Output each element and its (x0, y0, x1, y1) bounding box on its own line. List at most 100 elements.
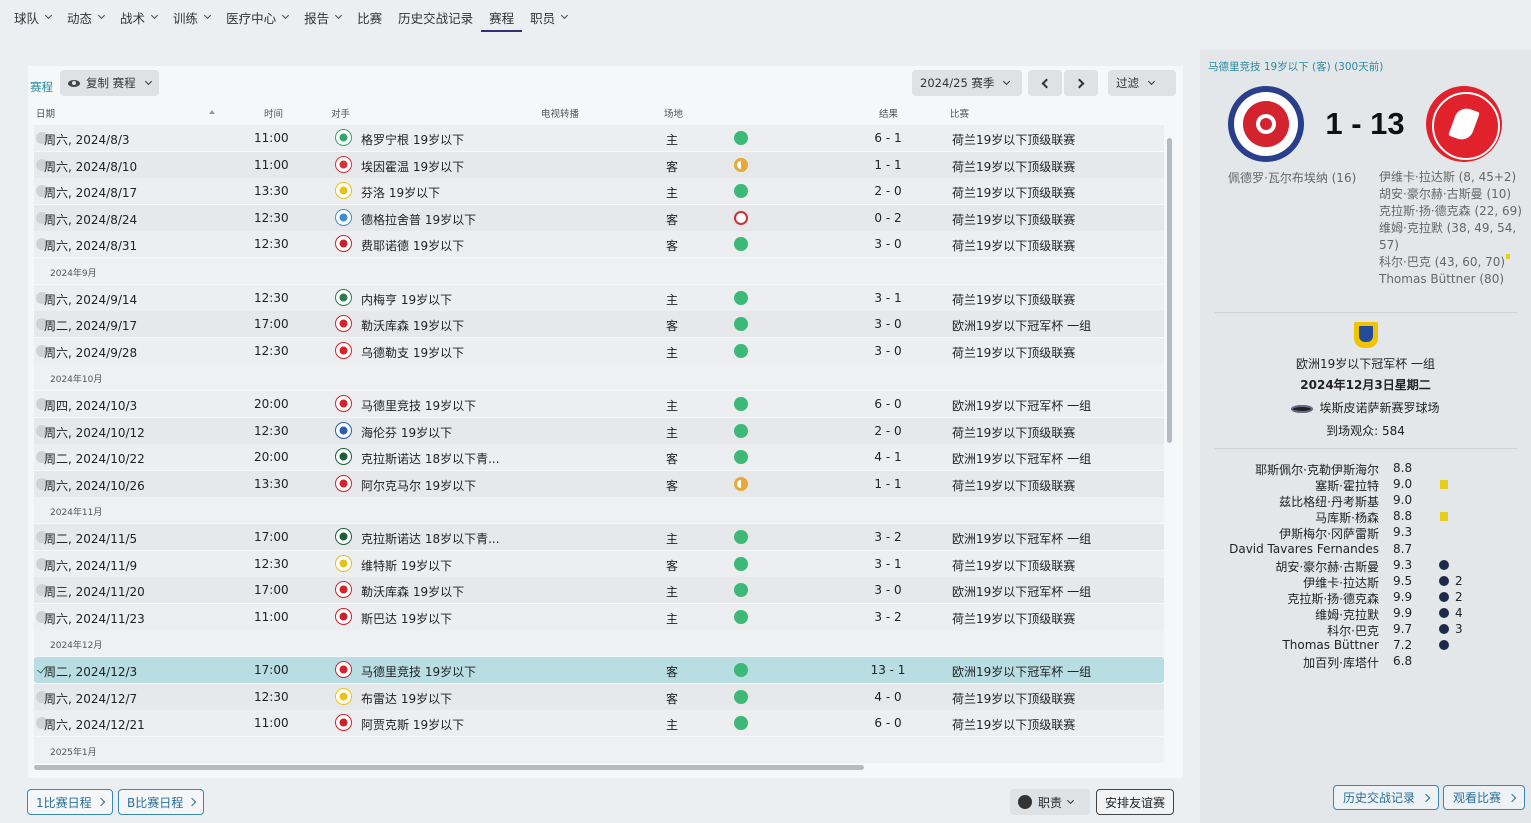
player-rating-row[interactable]: 科尔·巴克 9.7 3 (1200, 622, 1531, 638)
filter-button[interactable]: 过滤 (1108, 70, 1176, 96)
fixture-row[interactable]: 周二, 2024/10/22 20:00 克拉斯诺达 18岁以下青... 客 4 - 1… (34, 444, 1164, 470)
player-rating-row[interactable]: 克拉斯·扬·德克森 9.9 2 (1200, 590, 1531, 606)
fixture-opponent[interactable]: 费耶诺德 19岁以下 (361, 237, 464, 254)
nav-item-6[interactable]: 比赛 (357, 0, 382, 34)
fixture-opponent[interactable]: 乌德勒支 19岁以下 (361, 344, 464, 361)
fixture-opponent[interactable]: 克拉斯诺达 18岁以下青... (361, 530, 500, 547)
fixture-row[interactable]: 周六, 2024/9/28 12:30 乌德勒支 19岁以下 主 3 - 0 荷兰19岁以… (34, 338, 1164, 364)
fixture-row[interactable]: 周六, 2024/12/7 12:30 布雷达 19岁以下 客 4 - 0 荷兰19岁以下… (34, 684, 1164, 710)
nav-item-7[interactable]: 历史交战记录 (398, 0, 473, 34)
fixture-competition[interactable]: 荷兰19岁以下顶级联赛 (952, 291, 1075, 308)
fixture-competition[interactable]: 荷兰19岁以下顶级联赛 (952, 610, 1075, 627)
fixture-competition[interactable]: 欧洲19岁以下冠军杯 一组 (952, 583, 1091, 600)
fixture-score[interactable]: 3 - 2 (860, 530, 916, 544)
nav-item-4[interactable]: 医疗中心 (226, 0, 290, 34)
fixture-competition[interactable]: 荷兰19岁以下顶级联赛 (952, 344, 1075, 361)
fixture-competition[interactable]: 欧洲19岁以下冠军杯 一组 (952, 450, 1091, 467)
fixture-opponent[interactable]: 海伦芬 19岁以下 (361, 424, 452, 441)
away-team-crest[interactable] (1426, 86, 1502, 162)
match-header[interactable]: 马德里竞技 19岁以下 (客) (300天前) (1208, 59, 1383, 74)
fixture-opponent[interactable]: 阿尔克马尔 19岁以下 (361, 477, 476, 494)
fixture-score[interactable]: 2 - 0 (860, 184, 916, 198)
fixture-row[interactable]: 周六, 2024/8/10 11:00 埃因霍温 19岁以下 客 1 - 1 荷兰19岁以… (34, 152, 1164, 178)
staff-duties-button[interactable]: 职责 (1010, 789, 1090, 815)
fixture-competition[interactable]: 荷兰19岁以下顶级联赛 (952, 237, 1075, 254)
fixture-opponent[interactable]: 芬洛 19岁以下 (361, 184, 440, 201)
col-result[interactable]: 结果 (879, 106, 898, 120)
arrange-friendly-button[interactable]: 安排友谊赛 (1096, 789, 1175, 815)
fixture-competition[interactable]: 荷兰19岁以下顶级联赛 (952, 211, 1075, 228)
fixture-score[interactable]: 2 - 0 (860, 424, 916, 438)
fixture-opponent[interactable]: 马德里竞技 19岁以下 (361, 663, 476, 680)
nav-item-5[interactable]: 报告 (304, 0, 343, 34)
fixture-score[interactable]: 3 - 1 (860, 557, 916, 571)
col-tv[interactable]: 电视转播 (541, 106, 579, 120)
fixture-row[interactable]: 周六, 2024/9/14 12:30 内梅亨 19岁以下 主 3 - 1 荷兰19岁以下… (34, 285, 1164, 311)
fixture-row[interactable]: 周二, 2024/11/5 17:00 克拉斯诺达 18岁以下青... 主 3 - 2 欧… (34, 524, 1164, 550)
fixture-score[interactable]: 3 - 0 (860, 583, 916, 597)
fixture-row[interactable]: 周六, 2024/10/26 13:30 阿尔克马尔 19岁以下 客 1 - 1 荷兰19… (34, 471, 1164, 497)
fixture-opponent[interactable]: 斯巴达 19岁以下 (361, 610, 452, 627)
fixture-competition[interactable]: 欧洲19岁以下冠军杯 一组 (952, 397, 1091, 414)
fixture-opponent[interactable]: 德格拉舍普 19岁以下 (361, 211, 476, 228)
fixture-row[interactable]: 周三, 2024/11/20 17:00 勒沃库森 19岁以下 主 3 - 0 欧洲19岁… (34, 577, 1164, 603)
nav-item-8[interactable]: 赛程 (481, 0, 523, 34)
fixture-score[interactable]: 0 - 2 (860, 211, 916, 225)
col-competition[interactable]: 比赛 (950, 106, 969, 120)
fixture-row[interactable]: 周六, 2024/11/9 12:30 维特斯 19岁以下 客 3 - 1 荷兰19岁以下… (34, 551, 1164, 577)
fixture-opponent[interactable]: 马德里竞技 19岁以下 (361, 397, 476, 414)
player-rating-row[interactable]: Thomas Büttner 7.2 (1200, 638, 1531, 654)
player-rating-row[interactable]: 马库斯·杨森 8.8 (1200, 509, 1531, 525)
fixture-row[interactable]: 周四, 2024/10/3 20:00 马德里竞技 19岁以下 主 6 - 0 欧洲19岁… (34, 391, 1164, 417)
fixture-competition[interactable]: 荷兰19岁以下顶级联赛 (952, 477, 1075, 494)
next-season-button[interactable] (1064, 70, 1098, 96)
player-rating-row[interactable]: 兹比格纽·丹考斯基 9.0 (1200, 493, 1531, 509)
fixture-row[interactable]: 周六, 2024/10/12 12:30 海伦芬 19岁以下 主 2 - 0 荷兰19岁以… (34, 418, 1164, 444)
fixture-competition[interactable]: 荷兰19岁以下顶级联赛 (952, 158, 1075, 175)
fixture-opponent[interactable]: 克拉斯诺达 18岁以下青... (361, 450, 500, 467)
fixture-score[interactable]: 3 - 0 (860, 237, 916, 251)
prev-season-button[interactable] (1028, 70, 1062, 96)
fixture-score[interactable]: 6 - 1 (860, 131, 916, 145)
fixture-score[interactable]: 6 - 0 (860, 716, 916, 730)
fixture-score[interactable]: 1 - 1 (860, 477, 916, 491)
fixture-competition[interactable]: 荷兰19岁以下顶级联赛 (952, 557, 1075, 574)
fixture-opponent[interactable]: 阿贾克斯 19岁以下 (361, 716, 464, 733)
fixture-row[interactable]: 周六, 2024/12/21 11:00 阿贾克斯 19岁以下 主 6 - 0 荷兰19岁… (34, 710, 1164, 736)
fixture-row[interactable]: 周二, 2024/9/17 17:00 勒沃库森 19岁以下 客 3 - 0 欧洲19岁以… (34, 311, 1164, 337)
fixture-competition[interactable]: 欧洲19岁以下冠军杯 一组 (952, 317, 1091, 334)
fixture-score[interactable]: 4 - 0 (860, 690, 916, 704)
player-rating-row[interactable]: 伊维卡·拉达斯 9.5 2 (1200, 574, 1531, 590)
fixture-score[interactable]: 3 - 2 (860, 610, 916, 624)
schedule-1-button[interactable]: 1比赛日程 (27, 789, 113, 815)
fixture-opponent[interactable]: 勒沃库森 19岁以下 (361, 317, 464, 334)
fixture-score[interactable]: 4 - 1 (860, 450, 916, 464)
col-opponent[interactable]: 对手 (331, 106, 350, 120)
nav-item-0[interactable]: 球队 (14, 0, 53, 34)
player-rating-row[interactable]: 伊斯梅尔·冈萨雷斯 9.3 (1200, 525, 1531, 541)
vertical-scrollbar[interactable] (1167, 138, 1172, 443)
breadcrumb[interactable]: 赛程 (30, 79, 53, 95)
nav-item-1[interactable]: 动态 (67, 0, 106, 34)
watch-match-button[interactable]: 观看比赛 (1443, 785, 1526, 810)
schedule-b-button[interactable]: B比赛日程 (118, 789, 205, 815)
fixture-opponent[interactable]: 格罗宁根 19岁以下 (361, 131, 464, 148)
fixture-score[interactable]: 3 - 0 (860, 344, 916, 358)
player-rating-row[interactable]: 维姆·克拉默 9.9 4 (1200, 606, 1531, 622)
nav-item-9[interactable]: 职员 (530, 0, 569, 34)
fixture-competition[interactable]: 荷兰19岁以下顶级联赛 (952, 424, 1075, 441)
player-rating-row[interactable]: 胡安·豪尔赫·古斯曼 9.3 (1200, 558, 1531, 574)
fixture-opponent[interactable]: 内梅亨 19岁以下 (361, 291, 452, 308)
fixture-competition[interactable]: 荷兰19岁以下顶级联赛 (952, 716, 1075, 733)
match-competition[interactable]: 欧洲19岁以下冠军杯 一组 (1200, 355, 1531, 372)
head-to-head-button[interactable]: 历史交战记录 (1333, 785, 1440, 810)
player-rating-row[interactable]: 塞斯·霍拉特 9.0 (1200, 477, 1531, 493)
fixture-score[interactable]: 3 - 1 (860, 291, 916, 305)
season-select[interactable]: 2024/25 赛季 (912, 70, 1022, 96)
col-date[interactable]: 日期 (36, 106, 55, 120)
fixture-row[interactable]: 周六, 2024/8/31 12:30 费耶诺德 19岁以下 客 3 - 0 荷兰19岁以… (34, 231, 1164, 257)
nav-item-3[interactable]: 训练 (173, 0, 212, 34)
col-venue[interactable]: 场地 (664, 106, 683, 120)
fixture-opponent[interactable]: 布雷达 19岁以下 (361, 690, 452, 707)
fixture-score[interactable]: 13 - 1 (860, 663, 916, 677)
